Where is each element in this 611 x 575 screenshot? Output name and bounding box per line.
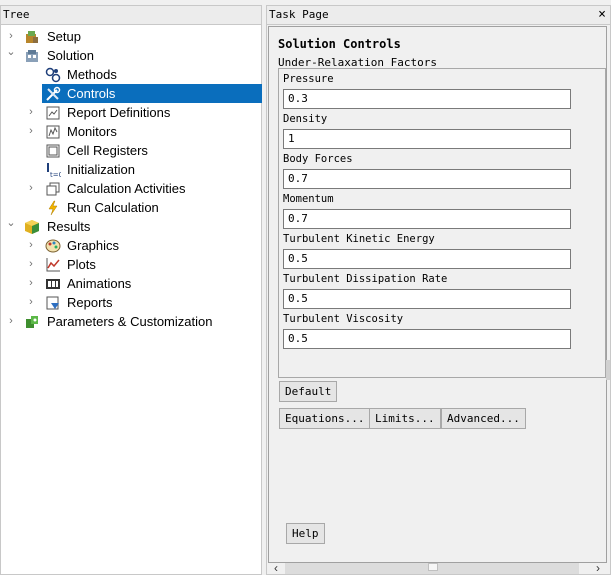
- methods-icon: [45, 67, 61, 83]
- calculation-activities-icon: [45, 181, 61, 197]
- tree-item-results[interactable]: ⌄ Results: [1, 217, 261, 236]
- tree-item-report-definitions[interactable]: › Report Definitions: [1, 103, 261, 122]
- pressure-input[interactable]: 0.3: [283, 89, 571, 109]
- expand-arrow-icon[interactable]: ›: [25, 103, 37, 122]
- tree-item-label: Controls: [67, 86, 116, 101]
- expand-arrow-icon[interactable]: ›: [25, 179, 37, 198]
- body-forces-input[interactable]: 0.7: [283, 169, 571, 189]
- limits-button[interactable]: Limits...: [369, 408, 441, 429]
- turbulent-kinetic-energy-label: Turbulent Kinetic Energy: [283, 233, 435, 245]
- tree-item-solution[interactable]: ⌄ Solution: [1, 46, 261, 65]
- tree-header: Tree: [1, 6, 261, 25]
- tree-item-label: Results: [47, 219, 91, 234]
- expand-arrow-icon[interactable]: ›: [5, 312, 17, 331]
- scroll-left-icon[interactable]: ‹: [269, 561, 283, 575]
- tree-item-label: Calculation Activities: [67, 181, 186, 196]
- expand-arrow-icon[interactable]: ›: [25, 274, 37, 293]
- default-button[interactable]: Default: [279, 381, 338, 402]
- run-calculation-icon: [45, 200, 61, 216]
- turbulent-dissipation-rate-input[interactable]: 0.5: [283, 289, 571, 309]
- tree-item-label: Graphics: [67, 238, 120, 253]
- tree-panel: Tree › Setup ⌄ Solution Methods Controls…: [0, 5, 262, 575]
- tree-item-setup[interactable]: › Setup: [1, 27, 261, 46]
- turbulent-kinetic-energy-input[interactable]: 0.5: [283, 249, 571, 269]
- density-label: Density: [283, 113, 328, 125]
- tree-item-cell-registers[interactable]: Cell Registers: [1, 141, 261, 160]
- animations-icon: [45, 276, 61, 292]
- task-page-title: Task Page: [269, 8, 329, 21]
- tree-item-label: Cell Registers: [67, 143, 148, 158]
- tree-item-initialization[interactable]: t=0 Initialization: [1, 160, 261, 179]
- equations-button[interactable]: Equations...: [279, 408, 371, 429]
- solution-icon: [24, 48, 40, 64]
- close-icon[interactable]: ×: [598, 6, 606, 24]
- advanced-button[interactable]: Advanced...: [441, 408, 526, 429]
- expand-arrow-icon[interactable]: ›: [25, 255, 37, 274]
- tree-item-label: Setup: [47, 29, 81, 44]
- pressure-label: Pressure: [283, 73, 334, 85]
- tree-item-controls[interactable]: Controls: [42, 84, 262, 103]
- expand-arrow-icon[interactable]: ›: [25, 122, 37, 141]
- task-page-body: Solution Controls Under-Relaxation Facto…: [268, 26, 607, 563]
- task-page-header: Task Page ×: [267, 6, 610, 25]
- reports-icon: [45, 295, 61, 311]
- tree-item-label: Monitors: [67, 124, 117, 139]
- tree-item-animations[interactable]: › Animations: [1, 274, 261, 293]
- collapse-arrow-icon[interactable]: ⌄: [5, 43, 17, 62]
- under-relaxation-group: Pressure 0.3 Density 1 Body Forces 0.7 M…: [278, 68, 606, 378]
- expand-arrow-icon[interactable]: ›: [25, 293, 37, 312]
- initialization-icon: t=0: [45, 162, 63, 179]
- tree-item-label: Parameters & Customization: [47, 314, 213, 329]
- tree-item-label: Solution: [47, 48, 94, 63]
- tree-item-label: Run Calculation: [67, 200, 159, 215]
- body-forces-label: Body Forces: [283, 153, 353, 165]
- graphics-icon: [45, 238, 61, 254]
- density-input[interactable]: 1: [283, 129, 571, 149]
- tree-item-methods[interactable]: Methods: [1, 65, 261, 84]
- tree-item-reports[interactable]: › Reports: [1, 293, 261, 312]
- scroll-thumb[interactable]: [428, 563, 438, 571]
- results-icon: [24, 219, 40, 235]
- svg-text:t=0: t=0: [50, 171, 61, 178]
- tree-item-label: Reports: [67, 295, 113, 310]
- tree-item-parameters-customization[interactable]: › Parameters & Customization: [1, 312, 261, 331]
- cell-registers-icon: [45, 143, 61, 159]
- momentum-label: Momentum: [283, 193, 334, 205]
- panel-splitter[interactable]: [606, 360, 610, 380]
- expand-arrow-icon[interactable]: ›: [25, 236, 37, 255]
- plots-icon: [45, 257, 61, 273]
- momentum-input[interactable]: 0.7: [283, 209, 571, 229]
- section-title: Solution Controls: [278, 37, 401, 51]
- turbulent-dissipation-rate-label: Turbulent Dissipation Rate: [283, 273, 448, 285]
- report-definitions-icon: [45, 105, 61, 121]
- turbulent-viscosity-label: Turbulent Viscosity: [283, 313, 404, 325]
- setup-icon: [24, 29, 40, 45]
- parameters-icon: [24, 314, 40, 330]
- tree-item-calculation-activities[interactable]: › Calculation Activities: [1, 179, 261, 198]
- controls-icon: [45, 86, 61, 102]
- collapse-arrow-icon[interactable]: ⌄: [5, 214, 17, 233]
- help-button[interactable]: Help: [286, 523, 325, 544]
- tree-item-label: Initialization: [67, 162, 135, 177]
- tree-item-run-calculation[interactable]: Run Calculation: [1, 198, 261, 217]
- scroll-right-icon[interactable]: ›: [591, 561, 605, 575]
- tree-item-plots[interactable]: › Plots: [1, 255, 261, 274]
- turbulent-viscosity-input[interactable]: 0.5: [283, 329, 571, 349]
- tree-item-graphics[interactable]: › Graphics: [1, 236, 261, 255]
- horizontal-scrollbar[interactable]: ‹ ›: [269, 561, 608, 575]
- tree-item-label: Plots: [67, 257, 96, 272]
- monitors-icon: [45, 124, 61, 140]
- tree-item-label: Animations: [67, 276, 132, 291]
- task-page-panel: Task Page × Solution Controls Under-Rela…: [266, 5, 611, 575]
- tree-item-monitors[interactable]: › Monitors: [1, 122, 261, 141]
- tree-item-label: Report Definitions: [67, 105, 171, 120]
- tree-item-label: Methods: [67, 67, 117, 82]
